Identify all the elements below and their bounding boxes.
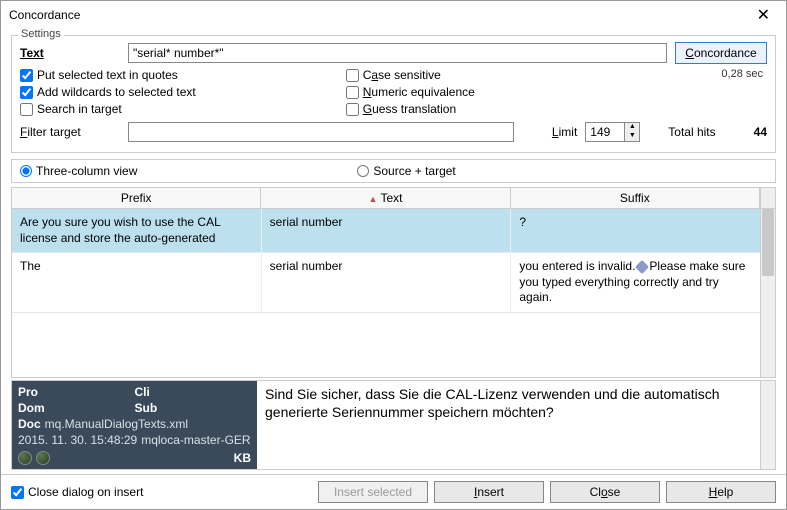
meta-pro-label: Pro bbox=[18, 385, 50, 399]
translation-text: Sind Sie sicher, dass Sie die CAL-Lizenz… bbox=[257, 381, 760, 469]
window-title: Concordance bbox=[9, 8, 80, 22]
spin-down-icon[interactable]: ▼ bbox=[625, 132, 639, 141]
insert-button[interactable]: Insert bbox=[434, 481, 544, 503]
total-hits-label: Total hits bbox=[668, 125, 715, 139]
numeric-eq-checkbox[interactable]: Numeric equivalence bbox=[346, 85, 475, 99]
search-target-checkbox[interactable]: Search in target bbox=[20, 102, 196, 116]
meta-dom-label: Dom bbox=[18, 401, 50, 415]
table-row[interactable]: Are you sure you wish to use the CAL lic… bbox=[12, 209, 760, 253]
cell-suffix: you entered is invalid.Please make sure … bbox=[511, 253, 760, 312]
timing-label: 0,28 sec bbox=[667, 68, 767, 80]
cell-text: serial number bbox=[262, 253, 512, 312]
concordance-button[interactable]: Concordance bbox=[675, 42, 767, 64]
table-row[interactable]: The serial number you entered is invalid… bbox=[12, 253, 760, 313]
globe-icon bbox=[18, 451, 32, 465]
view-mode-row: Three-column view Source + target bbox=[11, 159, 776, 183]
three-column-radio[interactable]: Three-column view bbox=[20, 164, 137, 178]
filter-label: Filter target bbox=[20, 125, 120, 139]
spin-up-icon[interactable]: ▲ bbox=[625, 123, 639, 132]
meta-timestamp: 2015. 11. 30. 15:48:29 bbox=[18, 433, 137, 447]
col-text[interactable]: Text bbox=[261, 188, 510, 208]
meta-cli-label: Cli bbox=[135, 385, 167, 399]
results-table: Prefix Text Suffix Are you sure you wish… bbox=[11, 187, 776, 378]
cell-prefix: The bbox=[12, 253, 262, 312]
close-button[interactable]: Close bbox=[550, 481, 660, 503]
guess-trans-checkbox[interactable]: Guess translation bbox=[346, 102, 475, 116]
table-scrollbar[interactable] bbox=[760, 209, 775, 377]
col-suffix[interactable]: Suffix bbox=[511, 188, 760, 208]
meta-sub-label: Sub bbox=[135, 401, 167, 415]
metadata-panel: Pro Cli Dom Sub Doc mq.ManualDialogTexts.… bbox=[12, 381, 257, 469]
col-prefix[interactable]: Prefix bbox=[12, 188, 261, 208]
filter-input[interactable] bbox=[128, 122, 514, 142]
search-input[interactable] bbox=[128, 43, 667, 63]
insert-selected-button[interactable]: Insert selected bbox=[318, 481, 428, 503]
limit-label: Limit bbox=[552, 125, 577, 139]
meta-kb-label: KB bbox=[234, 451, 251, 465]
case-sensitive-checkbox[interactable]: Case sensitive bbox=[346, 68, 475, 82]
cell-suffix: ? bbox=[511, 209, 760, 252]
limit-input[interactable] bbox=[585, 122, 625, 142]
put-quotes-checkbox[interactable]: Put selected text in quotes bbox=[20, 68, 196, 82]
total-hits-value: 44 bbox=[754, 125, 767, 139]
detail-area: Pro Cli Dom Sub Doc mq.ManualDialogTexts.… bbox=[11, 380, 776, 470]
meta-location: mqloca-master-GER bbox=[141, 433, 250, 447]
add-wildcards-checkbox[interactable]: Add wildcards to selected text bbox=[20, 85, 196, 99]
translation-scrollbar[interactable] bbox=[760, 381, 775, 469]
settings-legend: Settings bbox=[18, 28, 64, 40]
help-button[interactable]: Help bbox=[666, 481, 776, 503]
globe-icon bbox=[36, 451, 50, 465]
close-on-insert-checkbox[interactable]: Close dialog on insert bbox=[11, 485, 143, 499]
text-label: Text bbox=[20, 46, 120, 60]
cell-text: serial number bbox=[262, 209, 512, 252]
cell-prefix: Are you sure you wish to use the CAL lic… bbox=[12, 209, 262, 252]
source-target-radio[interactable]: Source + target bbox=[357, 164, 455, 178]
limit-stepper[interactable]: ▲▼ bbox=[585, 122, 640, 142]
meta-doc-value: mq.ManualDialogTexts.xml bbox=[45, 417, 188, 431]
meta-doc-label: Doc bbox=[18, 417, 41, 431]
settings-group: Settings Text Concordance Put selected t… bbox=[11, 35, 776, 153]
close-icon[interactable]: ✕ bbox=[749, 5, 778, 25]
